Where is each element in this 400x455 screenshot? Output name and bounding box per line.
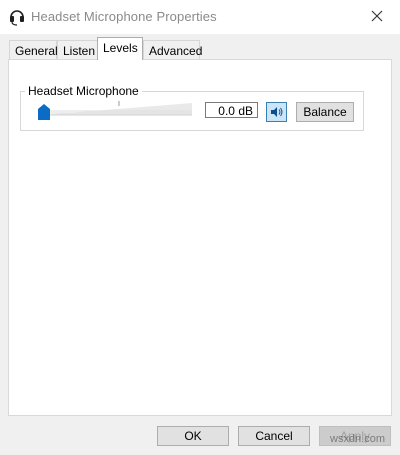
tab-general[interactable]: General [9,40,58,60]
tab-label: Listen [63,44,96,58]
window-title: Headset Microphone Properties [31,9,217,24]
level-slider[interactable] [36,99,196,121]
ok-button[interactable]: OK [157,426,229,446]
level-value-field[interactable]: 0.0 dB [205,102,258,118]
tab-label: Levels [103,41,138,55]
watermark-text: wsxdn.com [330,433,386,445]
cancel-button-label: Cancel [255,429,293,443]
mute-toggle-button[interactable] [266,102,287,122]
title-bar: Headset Microphone Properties [0,0,400,34]
slider-thumb[interactable] [38,104,50,120]
close-icon [371,10,383,22]
properties-window: Headset Microphone Properties General Li… [0,0,400,455]
tab-advanced[interactable]: Advanced [143,40,203,60]
device-group-label: Headset Microphone [25,84,142,98]
balance-button[interactable]: Balance [296,102,354,122]
speaker-icon [271,107,283,117]
tab-listen[interactable]: Listen [57,40,98,60]
close-button[interactable] [354,0,400,34]
cancel-button[interactable]: Cancel [238,426,310,446]
headset-icon [9,8,25,26]
tab-label: Advanced [149,44,203,58]
tab-levels[interactable]: Levels [97,37,143,60]
tab-label: General [15,44,58,58]
ok-button-label: OK [184,429,202,443]
balance-button-label: Balance [303,105,347,119]
